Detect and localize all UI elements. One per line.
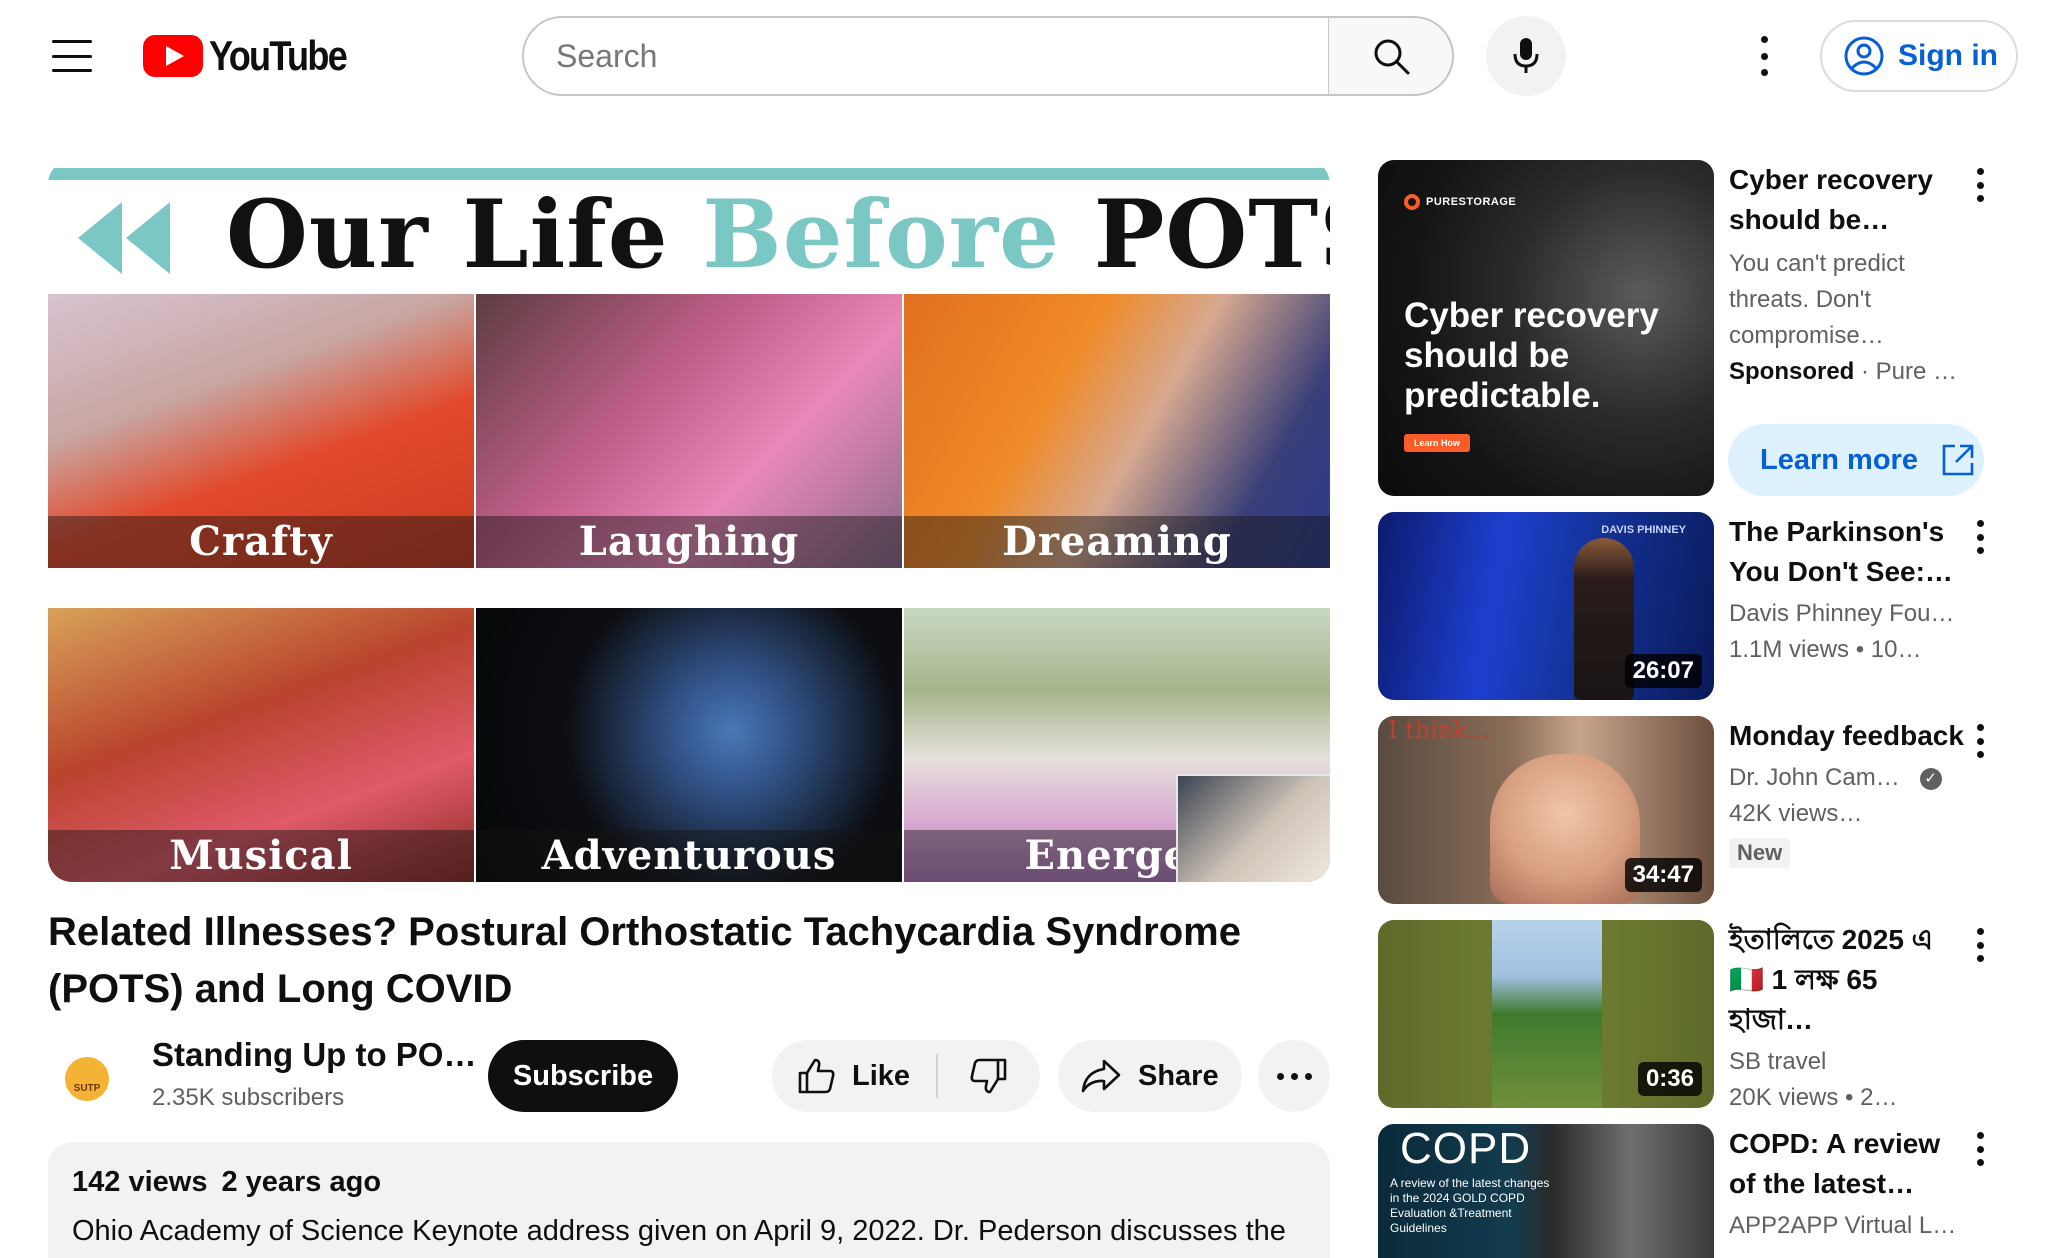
video-title[interactable]: The Parkinson's You Don't See:… <box>1729 512 1959 592</box>
video-menu-icon[interactable] <box>1970 928 1990 962</box>
speaker-inset <box>1176 774 1330 882</box>
caption-dreaming: Dreaming <box>904 516 1330 568</box>
sign-in-button[interactable]: Sign in <box>1820 20 2018 92</box>
subscribe-button[interactable]: Subscribe <box>488 1040 678 1112</box>
voice-search-button[interactable] <box>1486 16 1566 96</box>
search-icon <box>1374 39 1409 75</box>
video-stats: 42K views… <box>1729 800 1863 827</box>
channel-name[interactable]: Davis Phinney Fou… <box>1729 596 1959 632</box>
view-count: 142 views <box>72 1166 208 1198</box>
video-title[interactable]: Monday feedback <box>1729 716 1964 756</box>
banner-title: Our Life Before POTS <box>226 180 1330 290</box>
ad-menu-icon[interactable] <box>1970 168 1990 202</box>
like-button[interactable]: Like <box>772 1040 936 1112</box>
rewind-icon <box>78 202 170 274</box>
settings-menu-icon[interactable] <box>1752 36 1776 76</box>
thumb-subtitle: A review of the latest changes in the 20… <box>1390 1176 1550 1235</box>
video-thumbnail[interactable]: I think... 34:47 <box>1378 716 1714 904</box>
photo-musical: Musical <box>48 608 474 882</box>
video-duration: 26:07 <box>1624 654 1702 688</box>
sign-in-label: Sign in <box>1898 39 1998 72</box>
channel-name[interactable]: APP2APP Virtual L… <box>1729 1208 1959 1244</box>
ad-thumbnail[interactable]: PURESTORAGE Cyber recovery should be pre… <box>1378 160 1714 496</box>
channel-name[interactable]: Dr. John Cam… <box>1729 764 1900 791</box>
description-meta: 142 views 2 years ago <box>72 1166 1306 1199</box>
photo-dreaming: Dreaming <box>904 294 1330 568</box>
video-title: Related Illnesses? Postural Orthostatic … <box>48 910 1241 1011</box>
learn-more-label: Learn more <box>1760 443 1918 476</box>
description-box[interactable]: 142 views 2 years ago Ohio Academy of Sci… <box>48 1142 1330 1258</box>
channel-avatar[interactable]: SUTP <box>48 1040 126 1118</box>
vertical-clip <box>1492 920 1602 1108</box>
ad-brand-logo: PURESTORAGE <box>1404 194 1516 210</box>
like-dislike-group: Like <box>772 1040 1040 1112</box>
video-info: The Parkinson's You Don't See:… Davis Ph… <box>1729 512 1959 668</box>
channel-line: Dr. John Cam… ✓ <box>1729 760 1959 796</box>
channel-name[interactable]: Standing Up to PO… <box>152 1036 476 1074</box>
video-title[interactable]: COPD: A review of the latest… <box>1729 1124 1959 1204</box>
share-icon <box>1081 1059 1121 1093</box>
ad-info: Cyber recovery should be… You can't pred… <box>1729 160 1959 390</box>
photo-crafty: Crafty <box>48 294 474 568</box>
thumbs-down-icon <box>970 1058 1007 1094</box>
verified-icon: ✓ <box>1919 767 1942 790</box>
account-icon <box>1844 36 1884 76</box>
channel-name[interactable]: SB travel <box>1729 1044 1959 1080</box>
caption-musical: Musical <box>48 830 474 882</box>
video-thumbnail[interactable]: DAVIS PHINNEY 26:07 <box>1378 512 1714 700</box>
learn-more-button[interactable]: Learn more <box>1728 424 1984 496</box>
video-menu-icon[interactable] <box>1970 520 1990 554</box>
video-stats: 20K views • 2… <box>1729 1084 1898 1111</box>
video-thumbnail[interactable]: COPD A review of the latest changes in t… <box>1378 1124 1714 1258</box>
video-duration: 34:47 <box>1624 858 1702 892</box>
description-text: Ohio Academy of Science Keynote address … <box>72 1215 1286 1258</box>
external-link-icon <box>1942 444 1974 476</box>
caption-crafty: Crafty <box>48 516 474 568</box>
ad-description: You can't predict threats. Don't comprom… <box>1729 250 1905 349</box>
microphone-icon <box>1513 38 1539 73</box>
sponsored-label: Sponsored <box>1729 358 1855 385</box>
ad-headline: Cyber recovery should be predictable. <box>1404 296 1659 415</box>
video-info: ইতালিতে 2025 এ 🇮🇹 1 লক্ষ 65 হাজা… SB tra… <box>1729 920 1959 1116</box>
presenter-face <box>1490 754 1640 904</box>
video-menu-icon[interactable] <box>1970 724 1990 758</box>
thumbs-up-icon <box>798 1058 835 1094</box>
video-thumbnail[interactable]: 0:36 <box>1378 920 1714 1108</box>
ad-thumb-cta: Learn How <box>1404 434 1471 452</box>
youtube-logo[interactable]: YouTube <box>143 32 368 80</box>
upload-age: 2 years ago <box>221 1166 382 1198</box>
video-info: Monday feedback Dr. John Cam… ✓ 42K views… <box>1729 716 1964 868</box>
thumb-title: COPD <box>1400 1124 1532 1173</box>
advertiser-name: Pure … <box>1875 358 1958 385</box>
thumb-brand: DAVIS PHINNEY <box>1601 524 1686 536</box>
search-box <box>522 16 1330 96</box>
ad-sponsor-line: Sponsored · Pure … <box>1729 358 1958 385</box>
video-stats: 1.1M views • 10… <box>1729 636 1922 663</box>
photo-adventurous: Adventurous <box>476 608 902 882</box>
caption-adventurous: Adventurous <box>476 830 902 882</box>
more-actions-button[interactable] <box>1258 1040 1330 1112</box>
video-title[interactable]: ইতালিতে 2025 এ 🇮🇹 1 লক্ষ 65 হাজা… <box>1729 920 1959 1040</box>
avatar-logo: SUTP <box>65 1057 109 1101</box>
menu-icon[interactable] <box>52 40 92 72</box>
like-label: Like <box>852 1059 911 1092</box>
youtube-play-icon <box>143 35 203 77</box>
caption-laughing: Laughing <box>476 516 902 568</box>
video-menu-icon[interactable] <box>1970 1132 1990 1166</box>
search-input[interactable] <box>556 37 1328 75</box>
logo-text: YouTube <box>209 32 348 79</box>
subscriber-count: 2.35K subscribers <box>152 1084 345 1111</box>
video-duration: 0:36 <box>1637 1062 1702 1096</box>
new-badge: New <box>1729 838 1791 868</box>
ad-title[interactable]: Cyber recovery should be… <box>1729 160 1959 240</box>
video-player[interactable]: Our Life Before POTS Crafty Laughing Dre… <box>48 160 1330 882</box>
dislike-button[interactable] <box>938 1040 1040 1112</box>
video-info: COPD: A review of the latest… APP2APP Vi… <box>1729 1124 1959 1244</box>
photo-laughing: Laughing <box>476 294 902 568</box>
search-button[interactable] <box>1328 16 1454 96</box>
thumb-text: I think... <box>1388 716 1491 744</box>
banner-stripe <box>48 168 1330 180</box>
share-button[interactable]: Share <box>1058 1040 1242 1112</box>
share-label: Share <box>1138 1059 1219 1092</box>
